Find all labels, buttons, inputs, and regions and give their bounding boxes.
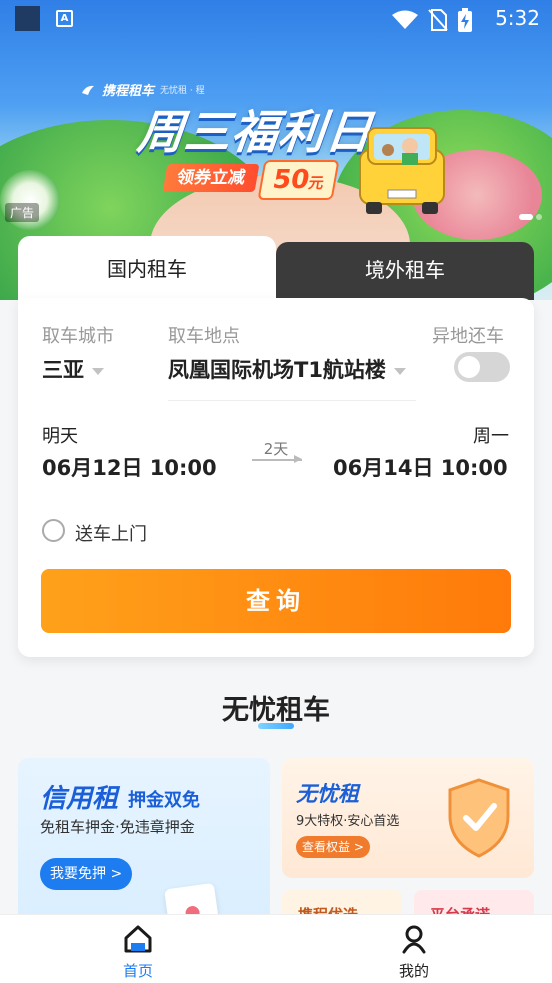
brand-partner: 无忧租 · 程 <box>160 86 205 96</box>
credit-rent-card[interactable]: 信用租 押金双免 免租车押金·免违章押金 我要免押 > <box>18 758 270 928</box>
credit-rent-highlight: 押金双免 <box>128 790 200 811</box>
nav-home-label: 首页 <box>122 962 153 980</box>
accessibility-a-icon: A <box>56 10 73 27</box>
coupon-amount-box: 50元 <box>257 160 340 200</box>
arrow-right-icon <box>294 455 302 463</box>
bottom-nav: 首页 我的 <box>0 914 552 983</box>
view-rights-button[interactable]: 查看权益 > <box>296 836 370 858</box>
pickup-city-select[interactable]: 三亚 <box>42 354 104 384</box>
no-sim-icon <box>428 9 448 31</box>
start-day-label: 明天 <box>42 426 78 447</box>
status-time: 5:32 <box>495 6 540 30</box>
ad-tag: 广告 <box>5 203 40 222</box>
coupon-ribbon: 领券立减 50元 <box>162 160 365 206</box>
pickup-location-value: 凤凰国际机场T1航站楼 <box>168 358 386 382</box>
toggle-knob <box>458 356 480 378</box>
worry-free-card[interactable]: 无忧租 9大特权·安心首选 查看权益 > <box>282 758 534 878</box>
coupon-unit: 元 <box>307 174 326 192</box>
coupon-label: 领券立减 <box>162 164 260 192</box>
location-divider <box>168 400 416 401</box>
delivery-radio[interactable] <box>42 519 65 542</box>
status-icons <box>392 8 472 32</box>
worry-free-title: 无忧租 <box>296 782 359 806</box>
tab-domestic[interactable]: 国内租车 <box>18 236 276 300</box>
end-day-label: 周一 <box>473 426 509 447</box>
pickup-city-value: 三亚 <box>42 358 84 382</box>
nav-home[interactable]: 首页 <box>100 915 176 983</box>
yellow-car-illustration <box>359 127 445 214</box>
start-datetime[interactable]: 06月12日 10:00 <box>42 452 217 482</box>
section-underline <box>258 723 294 729</box>
rental-search-card: 国内租车 境外租车 取车城市 三亚 取车地点 凤凰国际机场T1航站楼 异地还车 … <box>18 236 534 657</box>
deposit-free-button[interactable]: 我要免押 > <box>40 858 133 890</box>
query-button[interactable]: 查询 <box>41 569 511 633</box>
home-icon <box>124 925 152 953</box>
battery-charging-icon <box>458 8 472 32</box>
user-icon <box>402 925 426 954</box>
end-datetime[interactable]: 06月14日 10:00 <box>333 452 508 482</box>
app-screen: 携程租车 无忧租 · 程 周三福利日 领券立减 50元 广告 A 5:32 国内… <box>0 0 552 983</box>
coupon-amount: 50 <box>270 165 312 195</box>
pickup-location-label: 取车地点 <box>168 326 240 347</box>
delivery-label[interactable]: 送车上门 <box>75 520 147 546</box>
banner-pagination <box>519 214 542 220</box>
pickup-city-label: 取车城市 <box>42 326 114 347</box>
worry-free-subtitle: 9大特权·安心首选 <box>296 814 400 829</box>
banner-dot <box>536 214 542 220</box>
search-form: 取车城市 三亚 取车地点 凤凰国际机场T1航站楼 异地还车 明天 06月12日 … <box>18 298 534 657</box>
status-bar: A 5:32 <box>0 0 552 38</box>
nav-mine-label: 我的 <box>398 962 429 980</box>
chevron-down-icon <box>92 367 104 375</box>
diff-return-label: 异地还车 <box>432 326 504 347</box>
nav-mine[interactable]: 我的 <box>376 915 452 983</box>
ctrip-logo-icon <box>82 85 94 95</box>
credit-rent-subtitle: 免租车押金·免违章押金 <box>40 818 195 836</box>
tab-overseas[interactable]: 境外租车 <box>276 242 534 300</box>
banner-title: 周三福利日 <box>134 105 376 159</box>
chevron-down-icon <box>393 367 406 375</box>
credit-rent-title: 信用租 <box>40 784 119 814</box>
app-square-icon <box>15 6 40 31</box>
wifi-icon <box>392 10 418 29</box>
banner-dot-active <box>519 214 533 220</box>
section-title: 无忧租车 <box>222 695 330 726</box>
diff-return-toggle[interactable] <box>454 352 510 382</box>
shield-check-icon <box>448 778 510 858</box>
pickup-location-select[interactable]: 凤凰国际机场T1航站楼 <box>168 354 406 384</box>
